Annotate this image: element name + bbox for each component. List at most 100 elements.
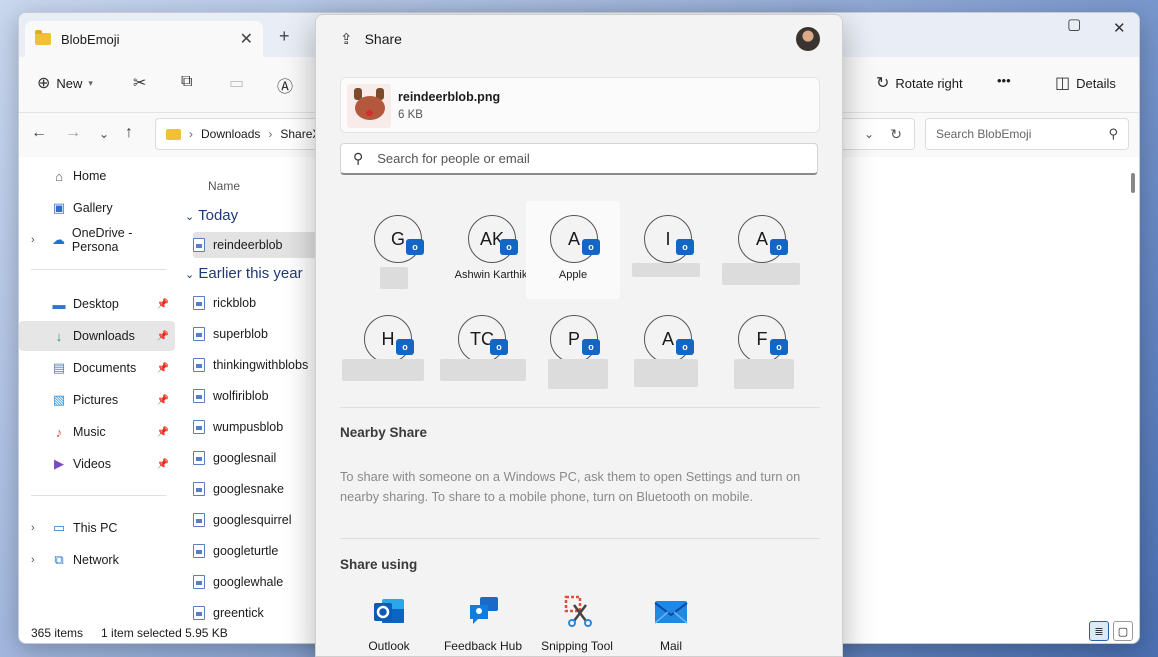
group-header-earlier[interactable]: ⌄ Earlier this year bbox=[185, 265, 303, 282]
pin-icon: 📌 bbox=[156, 458, 169, 470]
close-window-icon[interactable]: ✕ bbox=[1113, 19, 1126, 37]
sidebar-item-label: This PC bbox=[73, 521, 118, 535]
up-arrow-icon[interactable]: ↑ bbox=[125, 124, 133, 142]
outlook-icon: o bbox=[770, 339, 788, 355]
sidebar-item-onedrive[interactable]: › ☁ OneDrive - Persona bbox=[19, 225, 175, 255]
image-file-icon bbox=[193, 544, 205, 558]
cut-button[interactable]: ✂ bbox=[133, 73, 146, 93]
back-arrow-icon[interactable]: ← bbox=[31, 124, 47, 142]
image-file-icon bbox=[193, 513, 205, 527]
paste-button[interactable]: ▭ bbox=[229, 73, 244, 93]
image-file-icon bbox=[193, 451, 205, 465]
contact-tile[interactable]: TC o bbox=[434, 301, 528, 399]
details-view-button[interactable]: ≣ bbox=[1089, 621, 1109, 641]
restore-icon[interactable]: ▢ bbox=[1067, 15, 1081, 33]
contact-tile[interactable]: A o bbox=[620, 301, 714, 399]
expand-chevron-icon[interactable]: › bbox=[31, 554, 35, 566]
rename-button[interactable]: Ⓐ bbox=[277, 73, 293, 97]
sidebar-item-documents[interactable]: ▤ Documents 📌 bbox=[19, 353, 175, 383]
file-row[interactable]: reindeerblob bbox=[193, 232, 333, 258]
file-row[interactable]: googleturtle bbox=[193, 538, 333, 564]
sidebar-item-videos[interactable]: ▶ Videos 📌 bbox=[19, 449, 175, 479]
contact-tile[interactable]: A o Apple bbox=[526, 201, 620, 299]
file-row[interactable]: superblob bbox=[193, 321, 333, 347]
file-row[interactable]: googlesnake bbox=[193, 476, 333, 502]
contact-tile[interactable]: P o bbox=[526, 301, 620, 399]
file-name: googlewhale bbox=[213, 575, 284, 589]
contact-tile[interactable]: AK o Ashwin Karthik bbox=[444, 201, 538, 299]
expand-chevron-icon[interactable]: › bbox=[31, 522, 35, 534]
breadcrumb-separator: › bbox=[268, 127, 273, 141]
file-size: 6 KB bbox=[398, 109, 423, 121]
sidebar-item-gallery[interactable]: ▣ Gallery bbox=[19, 193, 175, 223]
network-icon: ⧉ bbox=[54, 552, 64, 567]
file-row[interactable]: googlewhale bbox=[193, 569, 333, 595]
breadcrumb-downloads[interactable]: Downloads bbox=[201, 127, 260, 141]
pin-icon: 📌 bbox=[156, 298, 169, 310]
outlook-icon: o bbox=[582, 339, 600, 355]
contact-tile[interactable]: I o bbox=[620, 201, 714, 299]
file-row[interactable]: wumpusblob bbox=[193, 414, 333, 440]
share-app-outlook[interactable]: Outlook bbox=[342, 595, 436, 653]
mail-icon bbox=[654, 595, 688, 627]
scrollbar-thumb[interactable] bbox=[1131, 173, 1135, 193]
file-name: reindeerblob bbox=[213, 238, 283, 252]
image-file-icon bbox=[193, 358, 205, 372]
redacted-name bbox=[634, 359, 698, 387]
share-app-mail[interactable]: Mail bbox=[624, 595, 718, 653]
file-row[interactable]: rickblob bbox=[193, 290, 333, 316]
item-count: 365 items bbox=[31, 626, 84, 640]
view-toggle: ≣ ▢ bbox=[1089, 621, 1133, 641]
shared-file-card: reindeerblob.png 6 KB bbox=[340, 77, 820, 133]
column-header-name[interactable]: Name bbox=[208, 179, 240, 193]
forward-arrow-icon[interactable]: → bbox=[65, 124, 81, 142]
sidebar-item-label: Videos bbox=[73, 457, 111, 471]
download-icon: ↓ bbox=[55, 328, 63, 344]
expand-chevron-icon[interactable]: › bbox=[31, 234, 35, 246]
sidebar-item-network[interactable]: › ⧉ Network bbox=[19, 545, 175, 575]
group-header-today[interactable]: ⌄ Today bbox=[185, 207, 238, 224]
sidebar-item-thispc[interactable]: › ▭ This PC bbox=[19, 513, 175, 543]
new-button[interactable]: ⊕ New ▾ bbox=[37, 73, 93, 93]
people-search-input[interactable]: ⚲ Search for people or email bbox=[340, 143, 818, 175]
file-row[interactable]: wolfiriblob bbox=[193, 383, 333, 409]
contact-tile[interactable]: F o bbox=[714, 301, 808, 399]
more-options-button[interactable]: ••• bbox=[997, 73, 1011, 88]
sidebar-item-downloads[interactable]: ↓ Downloads 📌 bbox=[19, 321, 175, 351]
tab-blobemoji[interactable]: BlobEmoji ✕ bbox=[25, 21, 263, 57]
folder-icon bbox=[166, 128, 181, 140]
redacted-name bbox=[380, 267, 408, 289]
sidebar-item-pictures[interactable]: ▧ Pictures 📌 bbox=[19, 385, 175, 415]
selection-info: 1 item selected 5.95 KB bbox=[101, 626, 228, 640]
recent-chevron-icon[interactable]: ⌄ bbox=[99, 127, 109, 141]
contact-tile[interactable]: H o bbox=[340, 301, 434, 399]
contact-tile[interactable]: A o bbox=[714, 201, 808, 299]
file-row[interactable]: thinkingwithblobs bbox=[193, 352, 333, 378]
share-app-snipping-tool[interactable]: Snipping Tool bbox=[530, 595, 624, 653]
image-file-icon bbox=[193, 606, 205, 620]
share-header: ⇪ Share bbox=[316, 15, 842, 63]
share-app-feedback-hub[interactable]: Feedback Hub bbox=[436, 595, 530, 653]
address-dropdown-icon[interactable]: ⌄ bbox=[864, 127, 874, 141]
search-box[interactable]: Search BlobEmoji ⚲ bbox=[925, 118, 1129, 150]
copy-button[interactable]: ⧉ bbox=[181, 73, 192, 91]
outlook-icon: o bbox=[770, 239, 788, 255]
contact-tile[interactable]: G o bbox=[350, 201, 444, 299]
sidebar-item-music[interactable]: ♪ Music 📌 bbox=[19, 417, 175, 447]
image-file-icon bbox=[193, 482, 205, 496]
new-tab-button[interactable]: + bbox=[279, 26, 290, 47]
details-button[interactable]: ◫ Details bbox=[1055, 73, 1116, 93]
sidebar-item-desktop[interactable]: ▬ Desktop 📌 bbox=[19, 289, 175, 319]
search-placeholder: Search for people or email bbox=[377, 151, 530, 166]
avatar[interactable] bbox=[796, 27, 820, 51]
image-file-icon bbox=[193, 327, 205, 341]
close-tab-icon[interactable]: ✕ bbox=[240, 29, 253, 49]
file-row[interactable]: googlesquirrel bbox=[193, 507, 333, 533]
file-row[interactable]: googlesnail bbox=[193, 445, 333, 471]
sidebar-item-home[interactable]: ⌂ Home bbox=[19, 161, 175, 191]
refresh-icon[interactable]: ↻ bbox=[890, 126, 902, 143]
rotate-right-button[interactable]: ↻ Rotate right bbox=[876, 73, 963, 93]
snipping-tool-icon bbox=[560, 595, 594, 627]
image-file-icon bbox=[193, 420, 205, 434]
tiles-view-button[interactable]: ▢ bbox=[1113, 621, 1133, 641]
